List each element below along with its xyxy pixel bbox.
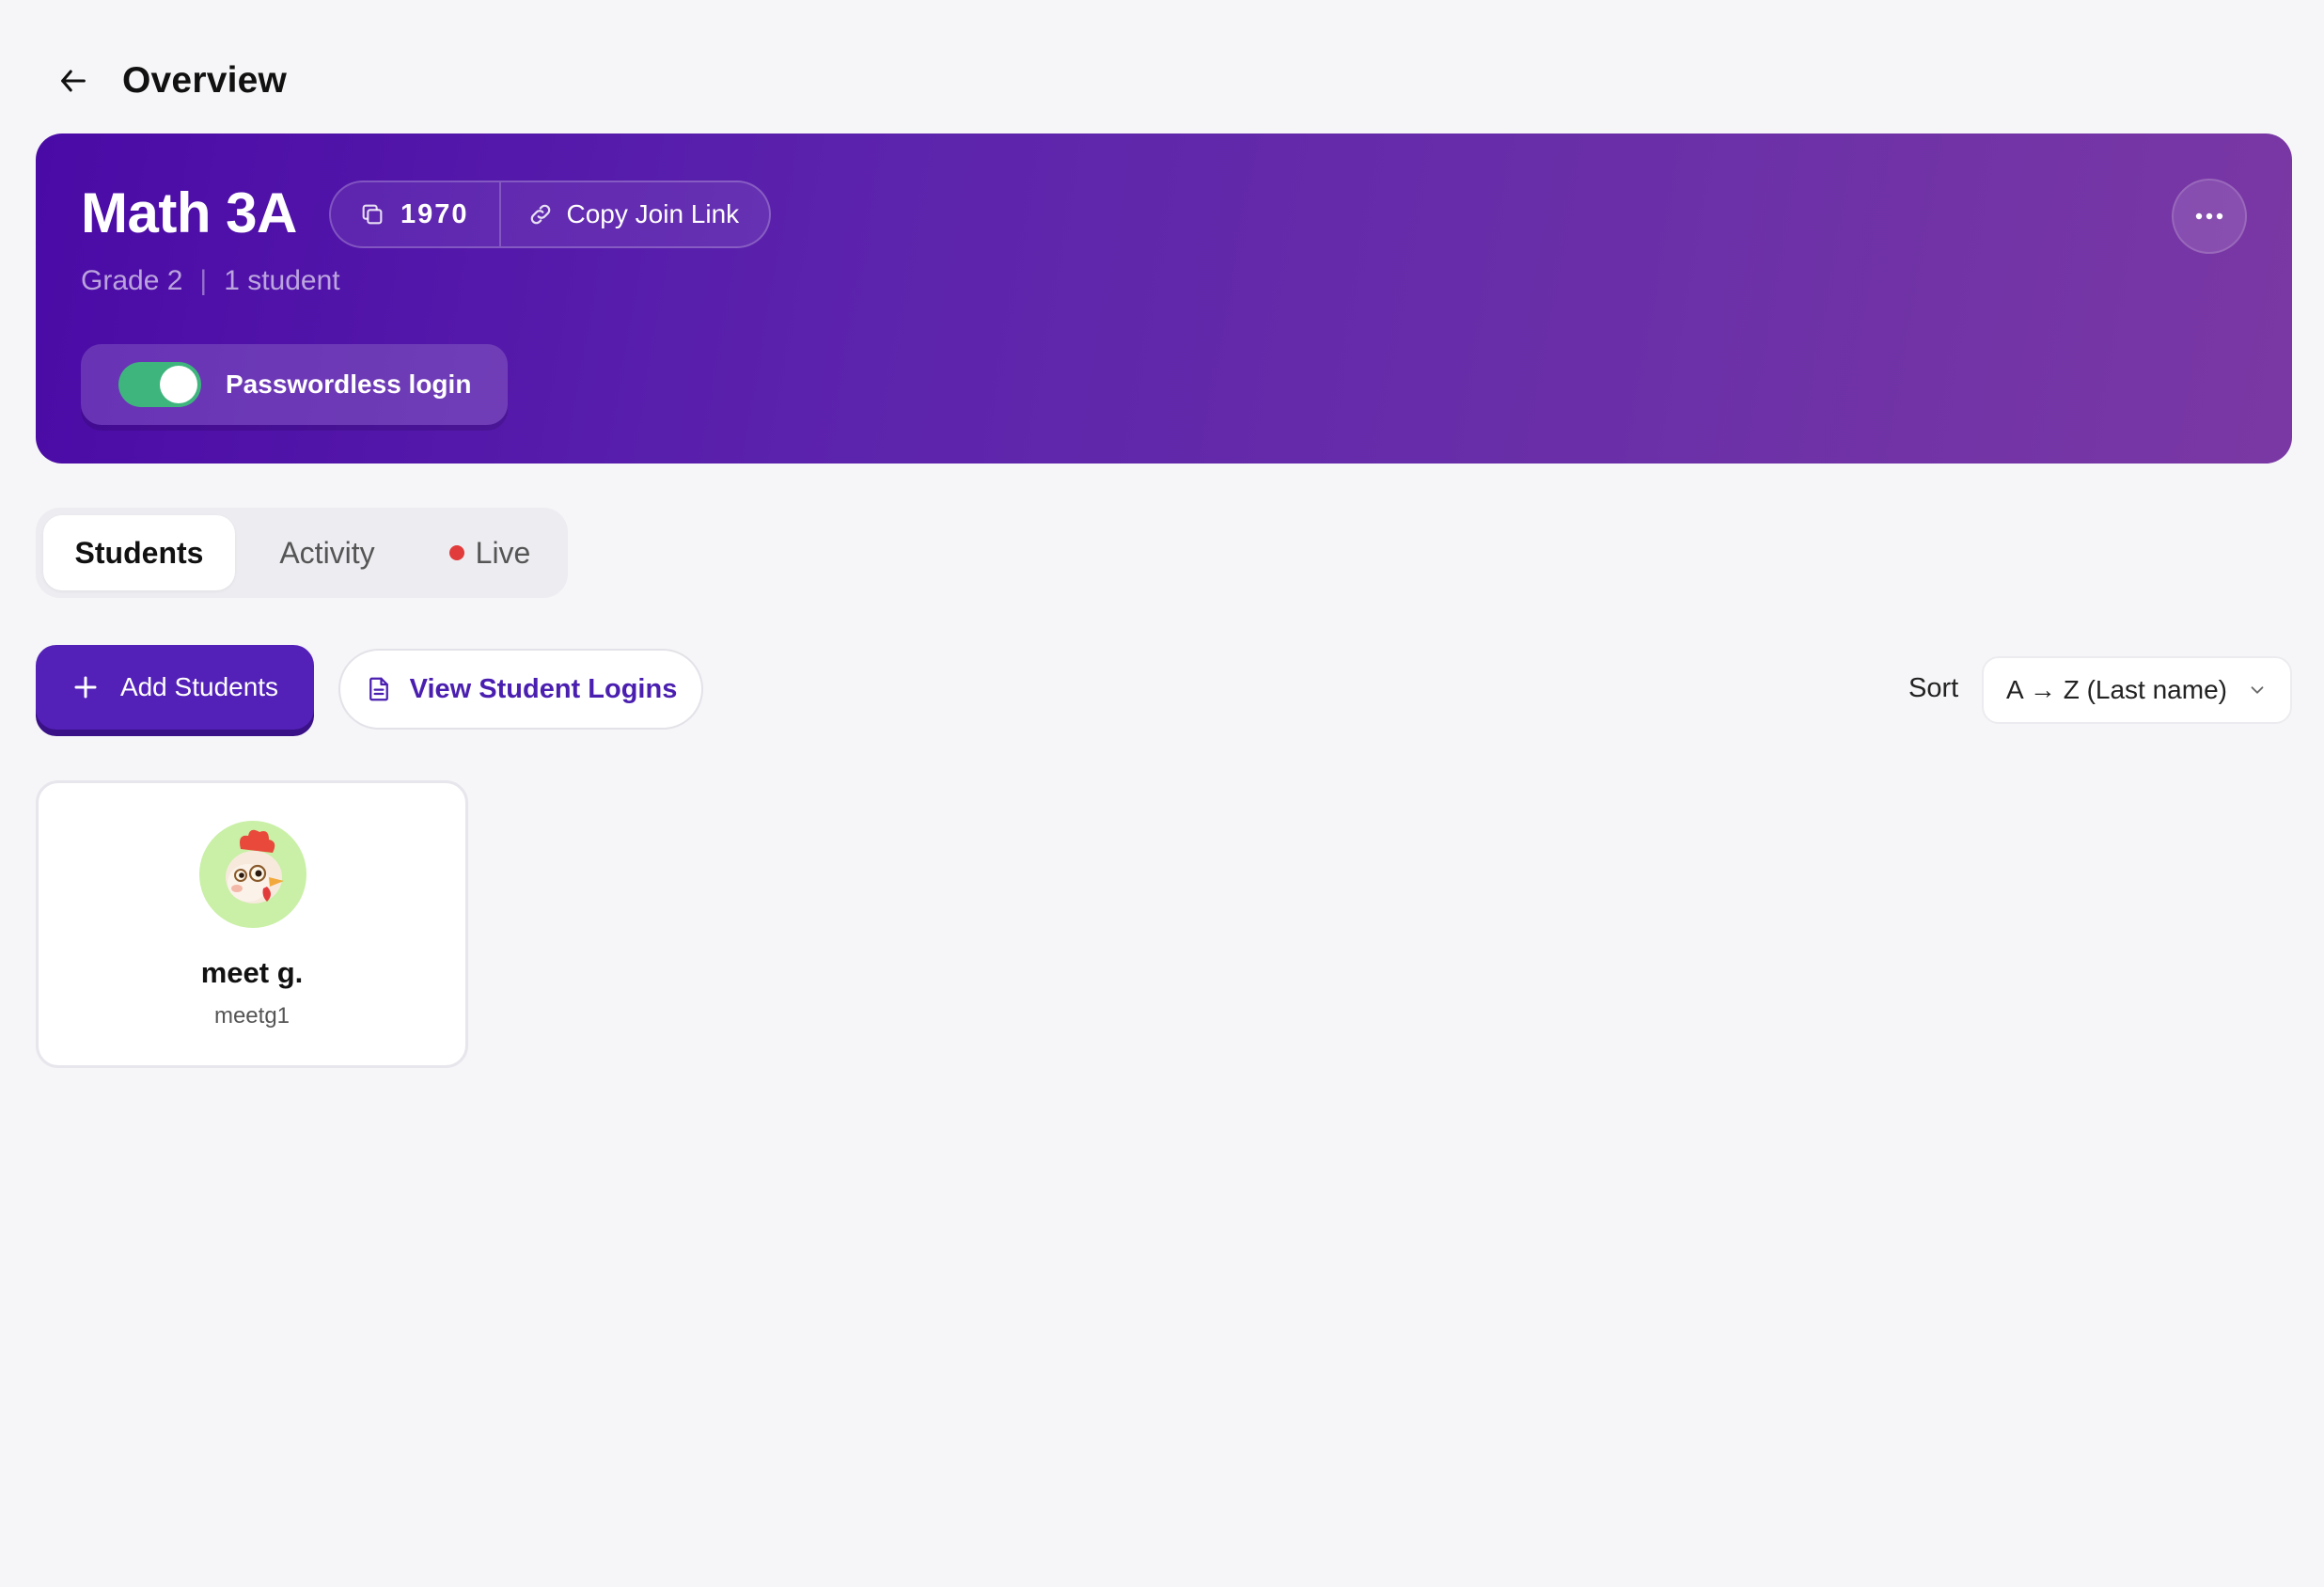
chicken-avatar-icon	[199, 821, 306, 928]
top-bar: Overview	[53, 55, 287, 107]
more-horizontal-icon	[2195, 212, 2223, 220]
arrow-left-icon	[61, 70, 86, 92]
student-username: meetg1	[213, 1003, 290, 1029]
class-code-group: 1970 Copy Join Link	[329, 181, 771, 248]
tab-students[interactable]: Students	[43, 515, 235, 590]
live-indicator-dot	[448, 545, 464, 560]
passwordless-login-toggle[interactable]	[118, 362, 201, 407]
add-students-button[interactable]: Add Students	[36, 645, 314, 730]
tab-live-label: Live	[475, 535, 531, 570]
sort-select[interactable]: A → Z (Last name)	[1982, 656, 2292, 724]
tab-live[interactable]: Live	[419, 515, 560, 590]
document-icon	[369, 677, 388, 701]
passwordless-login-control: Passwordless login	[81, 344, 508, 425]
add-students-label: Add Students	[119, 672, 279, 701]
copy-class-code-button[interactable]: 1970	[331, 182, 501, 246]
class-grade: Grade 2	[81, 265, 183, 296]
plus-icon	[74, 676, 97, 699]
class-meta: Grade 2 | 1 student	[81, 265, 340, 297]
class-overview-page: Overview Math 3A 1970 Copy Join Link Gra…	[0, 0, 2324, 1587]
back-button[interactable]	[53, 60, 94, 102]
student-card[interactable]: meet g. meetg1	[36, 780, 468, 1068]
passwordless-login-label: Passwordless login	[226, 369, 472, 399]
copy-icon	[362, 204, 383, 225]
toggle-knob	[160, 366, 197, 403]
class-name: Math 3A	[81, 181, 297, 244]
meta-separator: |	[199, 265, 208, 296]
more-options-button[interactable]	[2172, 179, 2247, 254]
link-icon	[530, 204, 550, 225]
view-student-logins-label: View Student Logins	[409, 673, 678, 704]
chevron-down-icon	[2247, 680, 2268, 700]
copy-join-link-button[interactable]: Copy Join Link	[501, 182, 766, 246]
class-student-count: 1 student	[224, 265, 340, 296]
page-title: Overview	[122, 60, 288, 101]
sort-selected-value: A → Z (Last name)	[2006, 675, 2227, 704]
tab-activity[interactable]: Activity	[235, 515, 419, 590]
view-student-logins-button[interactable]: View Student Logins	[338, 649, 703, 730]
sort-label: Sort	[1908, 673, 1959, 703]
copy-join-link-label: Copy Join Link	[566, 199, 740, 228]
student-name: meet g.	[200, 956, 304, 989]
class-banner: Math 3A 1970 Copy Join Link Grade 2 | 1 …	[36, 134, 2292, 464]
class-code: 1970	[400, 198, 469, 229]
section-tabs: Students Activity Live	[36, 508, 568, 598]
